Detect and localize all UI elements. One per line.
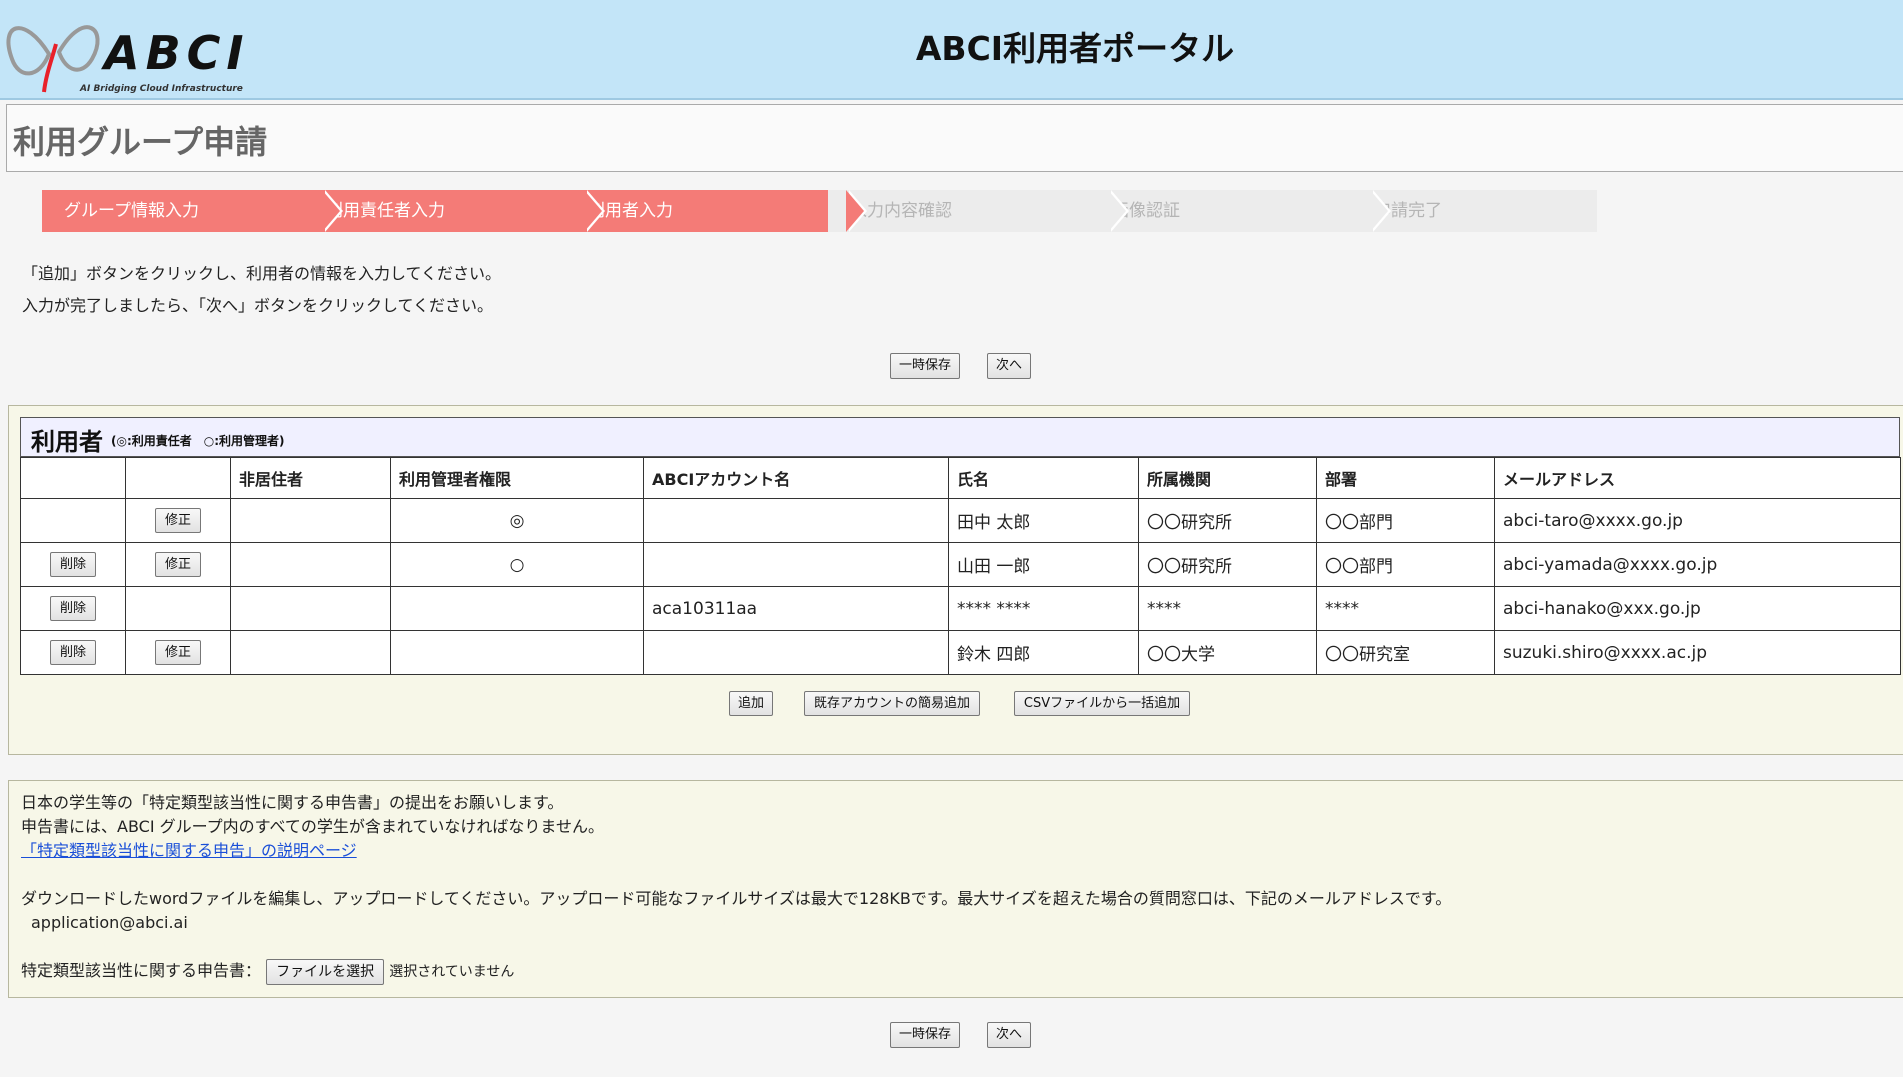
column-header bbox=[20, 457, 126, 499]
email-cell: abci-hanako@xxx.go.jp bbox=[1494, 586, 1901, 631]
email-cell: suzuki.shiro@xxxx.ac.jp bbox=[1494, 630, 1901, 675]
declaration-text-3: ダウンロードしたwordファイルを編集し、アップロードしてください。アップロード… bbox=[21, 889, 1452, 908]
add-user-button[interactable]: 追加 bbox=[729, 691, 773, 716]
next-button-bottom[interactable]: 次へ bbox=[987, 1022, 1031, 1048]
column-header-nonresident: 非居住者 bbox=[230, 457, 391, 499]
file-status: 選択されていません bbox=[389, 964, 515, 980]
nonresident-cell bbox=[230, 498, 391, 543]
org-cell: 〇〇大学 bbox=[1138, 630, 1317, 675]
name-cell: 田中 太郎 bbox=[948, 498, 1139, 543]
org-cell: 〇〇研究所 bbox=[1138, 542, 1317, 587]
column-header bbox=[125, 457, 231, 499]
users-title: 利用者 bbox=[31, 428, 103, 456]
choose-file-button[interactable]: ファイルを選択 bbox=[266, 959, 385, 985]
step-group-info: グループ情報入力 bbox=[42, 190, 343, 232]
edit-cell: 修正 bbox=[125, 498, 231, 543]
account-cell bbox=[643, 498, 949, 543]
page-title: 利用グループ申請 bbox=[13, 123, 268, 161]
email-cell: abci-yamada@xxxx.go.jp bbox=[1494, 542, 1901, 587]
users-section-header: 利用者 (◎:利用責任者 ○:利用管理者) bbox=[20, 417, 1900, 457]
delete-button[interactable]: 削除 bbox=[49, 596, 96, 621]
nonresident-cell bbox=[230, 630, 391, 675]
step-label: 利用責任者入力 bbox=[326, 201, 445, 221]
step-confirm: 入力内容確認 bbox=[828, 190, 1129, 232]
dept-cell: **** bbox=[1316, 586, 1495, 631]
column-header-admin: 利用管理者権限 bbox=[390, 457, 644, 499]
declaration-panel: 日本の学生等の「特定類型該当性に関する申告書」の提出をお願いします。 申告書には… bbox=[8, 780, 1903, 998]
declaration-text-2: 申告書には、ABCI グループ内のすべての学生が含まれていなければなりません。 bbox=[21, 817, 604, 836]
account-cell bbox=[643, 542, 949, 587]
file-upload-label: 特定類型該当性に関する申告書： bbox=[21, 961, 262, 980]
instruction-line-1: 「追加」ボタンをクリックし、利用者の情報を入力してください。 bbox=[22, 264, 502, 283]
site-header: ABCI AI Bridging Cloud Infrastructure AB… bbox=[0, 0, 1903, 100]
name-cell: 山田 一郎 bbox=[948, 542, 1139, 587]
admin-cell: ○ bbox=[390, 542, 644, 587]
edit-cell bbox=[125, 586, 231, 631]
edit-cell: 修正 bbox=[125, 630, 231, 675]
dept-cell: 〇〇部門 bbox=[1316, 498, 1495, 543]
column-header-name: 氏名 bbox=[948, 457, 1139, 499]
next-button-top[interactable]: 次へ bbox=[987, 353, 1031, 379]
users-table: 非居住者 利用管理者権限 ABCIアカウント名 氏名 所属機関 部署 メールアド… bbox=[20, 457, 1901, 675]
org-cell: 〇〇研究所 bbox=[1138, 498, 1317, 543]
edit-button[interactable]: 修正 bbox=[154, 508, 201, 533]
table-row: 修正 ◎ 田中 太郎 〇〇研究所 〇〇部門 abci-taro@xxxx.go.… bbox=[20, 498, 1901, 543]
declaration-help-link[interactable]: 「特定類型該当性に関する申告」の説明ページ bbox=[21, 841, 357, 860]
dept-cell: 〇〇部門 bbox=[1316, 542, 1495, 587]
delete-cell: 削除 bbox=[20, 586, 126, 631]
admin-cell: ◎ bbox=[390, 498, 644, 543]
table-header-row: 非居住者 利用管理者権限 ABCIアカウント名 氏名 所属機関 部署 メールアド… bbox=[20, 457, 1901, 499]
dept-cell: 〇〇研究室 bbox=[1316, 630, 1495, 675]
contact-email: application@abci.ai bbox=[31, 913, 188, 932]
name-cell: **** **** bbox=[948, 586, 1139, 631]
admin-cell bbox=[390, 586, 644, 631]
step-users: 利用者入力 bbox=[566, 190, 867, 232]
step-captcha: 画像認証 bbox=[1090, 190, 1391, 232]
table-row: 削除 修正 ○ 山田 一郎 〇〇研究所 〇〇部門 abci-yamada@xxx… bbox=[20, 542, 1901, 587]
nonresident-cell bbox=[230, 542, 391, 587]
edit-button[interactable]: 修正 bbox=[154, 640, 201, 665]
delete-button[interactable]: 削除 bbox=[49, 552, 96, 577]
account-cell bbox=[643, 630, 949, 675]
admin-cell bbox=[390, 630, 644, 675]
file-upload-row: 特定類型該当性に関する申告書： ファイルを選択 選択されていません bbox=[21, 959, 514, 985]
users-legend: (◎:利用責任者 ○:利用管理者) bbox=[111, 434, 285, 448]
nonresident-cell bbox=[230, 586, 391, 631]
email-cell: abci-taro@xxxx.go.jp bbox=[1494, 498, 1901, 543]
delete-cell bbox=[20, 498, 126, 543]
delete-cell: 削除 bbox=[20, 630, 126, 675]
progress-steps: グループ情報入力 利用責任者入力 利用者入力 入力内容確認 画像認証 申請完了 bbox=[42, 190, 1597, 232]
delete-cell: 削除 bbox=[20, 542, 126, 587]
step-label: グループ情報入力 bbox=[64, 201, 199, 221]
column-header-account: ABCIアカウント名 bbox=[643, 457, 949, 499]
account-cell: aca10311aa bbox=[643, 586, 949, 631]
add-existing-account-button[interactable]: 既存アカウントの簡易追加 bbox=[804, 691, 980, 716]
column-header-org: 所属機関 bbox=[1138, 457, 1317, 499]
page-title-bar: 利用グループ申請 bbox=[6, 104, 1903, 172]
step-responsible-person: 利用責任者入力 bbox=[304, 190, 605, 232]
name-cell: 鈴木 四郎 bbox=[948, 630, 1139, 675]
table-row: 削除 aca10311aa **** **** **** **** abci-h… bbox=[20, 586, 1901, 631]
column-header-dept: 部署 bbox=[1316, 457, 1495, 499]
temp-save-button-bottom[interactable]: 一時保存 bbox=[890, 1022, 960, 1048]
instruction-line-2: 入力が完了しましたら、「次へ」ボタンをクリックしてください。 bbox=[22, 296, 494, 315]
edit-cell: 修正 bbox=[125, 542, 231, 587]
org-cell: **** bbox=[1138, 586, 1317, 631]
instructions: 「追加」ボタンをクリックし、利用者の情報を入力してください。 入力が完了しました… bbox=[22, 258, 501, 322]
table-row: 削除 修正 鈴木 四郎 〇〇大学 〇〇研究室 suzuki.shiro@xxxx… bbox=[20, 630, 1901, 675]
delete-button[interactable]: 削除 bbox=[49, 640, 96, 665]
site-title: ABCI利用者ポータル bbox=[915, 29, 1235, 68]
column-header-email: メールアドレス bbox=[1494, 457, 1901, 499]
declaration-text-1: 日本の学生等の「特定類型該当性に関する申告書」の提出をお願いします。 bbox=[21, 793, 564, 812]
temp-save-button-top[interactable]: 一時保存 bbox=[890, 353, 960, 379]
edit-button[interactable]: 修正 bbox=[154, 552, 201, 577]
add-from-csv-button[interactable]: CSVファイルから一括追加 bbox=[1014, 691, 1190, 716]
